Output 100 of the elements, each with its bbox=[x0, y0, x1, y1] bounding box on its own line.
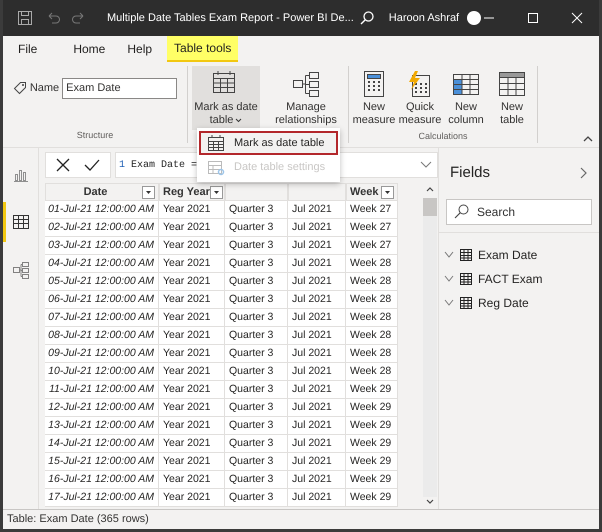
table-cell: Quarter 3 bbox=[225, 309, 288, 327]
table-cell: Year 2021 bbox=[159, 471, 225, 489]
table-cell: Quarter 3 bbox=[225, 291, 288, 309]
table-cell: Year 2021 bbox=[159, 309, 225, 327]
column-header[interactable]: Week bbox=[346, 183, 398, 201]
scroll-up-icon[interactable] bbox=[426, 186, 434, 192]
table-cell: Jul 2021 bbox=[288, 417, 346, 435]
table-cell: Week 29 bbox=[346, 399, 398, 417]
table-cell: Quarter 3 bbox=[225, 237, 288, 255]
ribbon-button[interactable]: Mark as date table bbox=[192, 66, 260, 130]
filter-dropdown-icon[interactable] bbox=[381, 186, 394, 198]
table-cell: 02-Jul-21 12:00:00 AM bbox=[45, 219, 159, 237]
table-cell: 16-Jul-21 12:00:00 AM bbox=[45, 471, 159, 489]
filter-dropdown-icon[interactable] bbox=[210, 186, 223, 198]
table-cell: Jul 2021 bbox=[288, 201, 346, 219]
table-cell: Week 27 bbox=[346, 237, 398, 255]
ribbon-tab[interactable]: Home bbox=[66, 36, 112, 62]
field-table-item[interactable]: Reg Date bbox=[439, 290, 599, 314]
menu-item[interactable]: Mark as date table bbox=[199, 131, 338, 155]
ribbon-button[interactable]: New column bbox=[443, 66, 489, 130]
ribbon-button[interactable]: New table bbox=[489, 66, 535, 130]
table-cell: Week 29 bbox=[346, 471, 398, 489]
table-cell: Jul 2021 bbox=[288, 399, 346, 417]
cancel-icon[interactable] bbox=[56, 158, 70, 172]
diagram-icon[interactable] bbox=[12, 261, 30, 279]
table-cell: 13-Jul-21 12:00:00 AM bbox=[45, 417, 159, 435]
table-cell: Week 28 bbox=[346, 345, 398, 363]
table-cell: Week 29 bbox=[346, 453, 398, 471]
table-cell: Jul 2021 bbox=[288, 345, 346, 363]
table-cell: Quarter 3 bbox=[225, 219, 288, 237]
ribbon-tab[interactable]: File bbox=[11, 36, 44, 62]
field-table-item[interactable]: FACT Exam bbox=[439, 266, 599, 290]
search-icon[interactable] bbox=[358, 10, 375, 26]
table-cell: Quarter 3 bbox=[225, 399, 288, 417]
table-cell: Jul 2021 bbox=[288, 363, 346, 381]
table-cell: Jul 2021 bbox=[288, 489, 346, 507]
table-cell: 12-Jul-21 12:00:00 AM bbox=[45, 399, 159, 417]
chevron-down-icon[interactable] bbox=[444, 298, 454, 306]
table-cell: Week 28 bbox=[346, 309, 398, 327]
table-cell: Quarter 3 bbox=[225, 489, 288, 507]
table-cell: Quarter 3 bbox=[225, 273, 288, 291]
table-cell: Jul 2021 bbox=[288, 381, 346, 399]
avatar-icon[interactable] bbox=[467, 11, 482, 25]
table-cell: Quarter 3 bbox=[225, 435, 288, 453]
table-cell: 08-Jul-21 12:00:00 AM bbox=[45, 327, 159, 345]
field-table-item[interactable]: Exam Date bbox=[439, 242, 599, 266]
scroll-down-icon[interactable] bbox=[426, 499, 434, 505]
table-cell: Week 27 bbox=[346, 219, 398, 237]
column-header[interactable]: Reg Year bbox=[159, 183, 225, 201]
table-cell: 15-Jul-21 12:00:00 AM bbox=[45, 453, 159, 471]
chevron-down-icon[interactable] bbox=[444, 250, 454, 258]
table-cell: Week 29 bbox=[346, 489, 398, 507]
table-cell: 09-Jul-21 12:00:00 AM bbox=[45, 345, 159, 363]
name-label: Name bbox=[30, 80, 60, 96]
table-cell: 05-Jul-21 12:00:00 AM bbox=[45, 273, 159, 291]
hierarchy-icon bbox=[292, 70, 320, 98]
table-cell: Year 2021 bbox=[159, 273, 225, 291]
table-cell: Week 29 bbox=[346, 435, 398, 453]
table-cell: Jul 2021 bbox=[288, 309, 346, 327]
scroll-thumb[interactable] bbox=[423, 198, 438, 216]
user-name[interactable]: Haroon Ashraf bbox=[388, 10, 460, 26]
line-number: 1 bbox=[119, 158, 126, 172]
table-icon bbox=[498, 70, 526, 98]
table-cell: Week 29 bbox=[346, 381, 398, 399]
table-cell: Year 2021 bbox=[159, 363, 225, 381]
table-cell: Year 2021 bbox=[159, 453, 225, 471]
window-title: Multiple Date Tables Exam Report - Power BI De... bbox=[107, 10, 354, 26]
table-cell: Year 2021 bbox=[159, 435, 225, 453]
table-cell: Quarter 3 bbox=[225, 453, 288, 471]
ribbon-button[interactable]: Quick measure bbox=[397, 66, 443, 130]
table-cell: Year 2021 bbox=[159, 381, 225, 399]
chevron-right-icon[interactable] bbox=[580, 167, 588, 180]
table-cell: Quarter 3 bbox=[225, 471, 288, 489]
caret-icon bbox=[233, 118, 242, 123]
table-cell: Jul 2021 bbox=[288, 453, 346, 471]
maximize-icon[interactable] bbox=[527, 12, 539, 24]
table-icon[interactable] bbox=[12, 213, 30, 231]
table-cell: 11-Jul-21 12:00:00 AM bbox=[45, 381, 159, 399]
table-cell: Year 2021 bbox=[159, 399, 225, 417]
chevron-down-icon[interactable] bbox=[444, 274, 454, 282]
expand-icon[interactable] bbox=[420, 161, 432, 169]
search-field[interactable]: Search bbox=[446, 198, 592, 224]
table-cell: Week 28 bbox=[346, 255, 398, 273]
ribbon-tab[interactable]: Help bbox=[120, 36, 160, 62]
table-cell: 06-Jul-21 12:00:00 AM bbox=[45, 291, 159, 309]
ribbon-tab[interactable]: Table tools bbox=[167, 36, 238, 62]
ribbon-button[interactable]: New measure bbox=[351, 66, 397, 130]
close-icon[interactable] bbox=[571, 12, 583, 24]
table-cell: Year 2021 bbox=[159, 255, 225, 273]
column-header[interactable]: Date bbox=[45, 183, 159, 201]
menu-item: Date table settings bbox=[199, 155, 338, 179]
ribbon-button[interactable]: Manage relationships bbox=[268, 66, 344, 130]
group-label: Calculations bbox=[418, 130, 468, 143]
save-icon[interactable] bbox=[17, 10, 33, 26]
collapse-icon[interactable] bbox=[583, 135, 593, 143]
name-field[interactable]: Exam Date bbox=[62, 78, 178, 98]
table-cell: Jul 2021 bbox=[288, 237, 346, 255]
calendar-icon bbox=[207, 134, 225, 152]
commit-icon[interactable] bbox=[84, 158, 100, 172]
filter-dropdown-icon[interactable] bbox=[142, 186, 155, 198]
